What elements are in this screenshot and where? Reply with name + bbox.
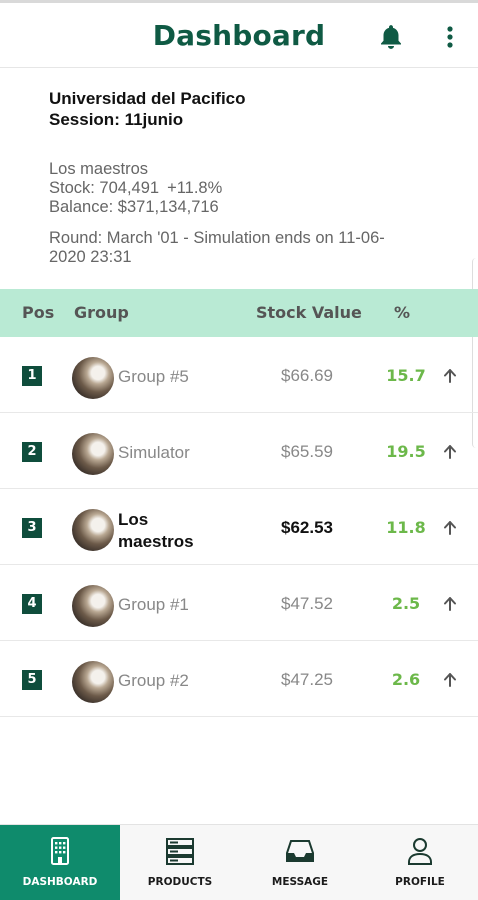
percent-cell: 19.5 bbox=[386, 442, 426, 461]
percent-cell: 11.8 bbox=[386, 518, 426, 537]
avatar bbox=[72, 433, 114, 475]
bell-icon[interactable] bbox=[376, 22, 406, 52]
nav-label: DASHBOARD bbox=[22, 876, 98, 888]
university-name: Universidad del Pacifico bbox=[49, 89, 246, 108]
table-row[interactable]: 1 Group #5 $66.69 15.7 bbox=[0, 337, 478, 413]
arrow-up-icon bbox=[444, 673, 456, 687]
stock-line: Stock: 704,491 +11.8% bbox=[49, 179, 449, 198]
group-name: Group #2 bbox=[118, 671, 189, 690]
column-header-stock-value: Stock Value bbox=[256, 303, 362, 322]
nav-label: PROFILE bbox=[395, 876, 445, 888]
inbox-icon bbox=[286, 840, 314, 862]
nav-label: MESSAGE bbox=[271, 876, 329, 888]
session-label: Session: 11junio bbox=[49, 110, 184, 129]
arrow-up-icon bbox=[444, 445, 456, 459]
nav-products[interactable]: PRODUCTS bbox=[120, 825, 240, 900]
position-badge: 2 bbox=[22, 442, 42, 462]
group-name: Group #1 bbox=[118, 595, 189, 614]
ranking-table: 1 Group #5 $66.69 15.7 2 Simulator $65.5… bbox=[0, 337, 478, 717]
app-bar: Dashboard bbox=[0, 0, 478, 68]
column-header-group: Group bbox=[74, 303, 129, 322]
table-row-current-team[interactable]: 3 Los maestros $62.53 11.8 bbox=[0, 489, 478, 565]
nav-profile[interactable]: PROFILE bbox=[360, 825, 478, 900]
nav-dashboard[interactable]: DASHBOARD bbox=[0, 825, 120, 900]
session-info: Universidad del Pacifico Session: 11juni… bbox=[49, 88, 449, 267]
round-info: Round: March '01 - Simulation ends on 11… bbox=[49, 229, 385, 266]
avatar bbox=[72, 357, 114, 399]
column-header-percent: % bbox=[394, 303, 411, 322]
user-icon bbox=[408, 838, 432, 865]
avatar bbox=[72, 585, 114, 627]
stock-change: +11.8% bbox=[167, 179, 223, 197]
group-name: Group #5 bbox=[118, 367, 189, 386]
nav-label: PRODUCTS bbox=[147, 876, 213, 888]
table-row[interactable]: 4 Group #1 $47.52 2.5 bbox=[0, 565, 478, 641]
percent-cell: 2.5 bbox=[391, 594, 421, 613]
position-badge: 5 bbox=[22, 670, 42, 690]
stock-value-cell: $47.52 bbox=[281, 594, 333, 613]
position-badge: 3 bbox=[22, 518, 42, 538]
team-name: Los maestros bbox=[49, 160, 149, 178]
server-icon bbox=[166, 838, 194, 865]
percent-cell: 2.6 bbox=[391, 670, 421, 689]
avatar bbox=[72, 661, 114, 703]
stock-value: Stock: 704,491 bbox=[49, 179, 160, 197]
position-badge: 1 bbox=[22, 366, 42, 386]
ranking-table-header: Pos Group Stock Value % bbox=[0, 289, 478, 337]
stock-value-cell: $47.25 bbox=[281, 670, 333, 689]
group-name: Simulator bbox=[118, 443, 190, 462]
stock-value-cell: $62.53 bbox=[281, 518, 333, 537]
bottom-navigation: DASHBOARD PRODUCTS MESSAGE PROFILE bbox=[0, 824, 478, 900]
nav-message[interactable]: MESSAGE bbox=[240, 825, 360, 900]
arrow-up-icon bbox=[444, 597, 456, 611]
group-name: Los maestros bbox=[118, 510, 194, 551]
stock-value-cell: $66.69 bbox=[281, 366, 333, 385]
building-icon bbox=[51, 837, 69, 865]
percent-cell: 15.7 bbox=[386, 366, 426, 385]
column-header-pos: Pos bbox=[22, 303, 55, 322]
table-row[interactable]: 2 Simulator $65.59 19.5 bbox=[0, 413, 478, 489]
more-vertical-icon[interactable] bbox=[440, 23, 460, 51]
stock-value-cell: $65.59 bbox=[281, 442, 333, 461]
avatar bbox=[72, 509, 114, 551]
arrow-up-icon bbox=[444, 369, 456, 383]
page-title: Dashboard bbox=[152, 19, 326, 52]
arrow-up-icon bbox=[444, 521, 456, 535]
table-row[interactable]: 5 Group #2 $47.25 2.6 bbox=[0, 641, 478, 717]
balance-value: Balance: $371,134,716 bbox=[49, 198, 219, 216]
position-badge: 4 bbox=[22, 594, 42, 614]
